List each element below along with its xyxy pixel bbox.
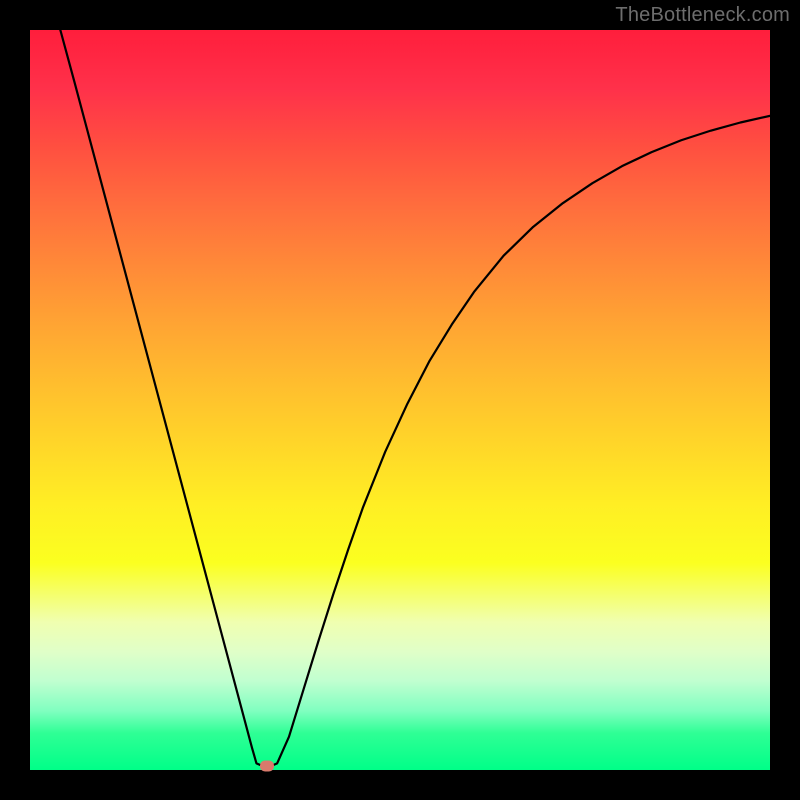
minimum-marker bbox=[260, 760, 274, 771]
chart-frame: TheBottleneck.com bbox=[0, 0, 800, 800]
v-curve bbox=[60, 30, 770, 766]
attribution-text: TheBottleneck.com bbox=[615, 4, 790, 27]
curve-svg bbox=[30, 30, 770, 770]
plot-area bbox=[30, 30, 770, 770]
